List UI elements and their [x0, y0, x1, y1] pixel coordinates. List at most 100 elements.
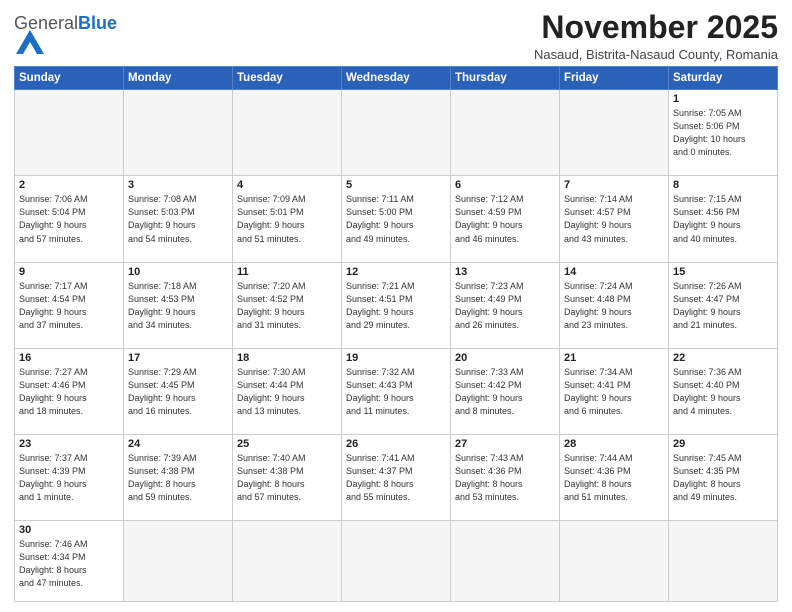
- table-row: [451, 90, 560, 176]
- day-number: 3: [128, 179, 228, 191]
- table-row: 15 Sunrise: 7:26 AM Sunset: 4:47 PM Dayli…: [669, 262, 778, 348]
- table-row: 1Sunrise: 7:05 AM Sunset: 5:06 PM Daylig…: [669, 90, 778, 176]
- day-info: Sunrise: 7:39 AM Sunset: 4:38 PM Dayligh…: [128, 452, 228, 504]
- table-row: [560, 521, 669, 602]
- title-block: November 2025 Nasaud, Bistrita-Nasaud Co…: [534, 10, 778, 62]
- table-row: 6 Sunrise: 7:12 AM Sunset: 4:59 PM Daylig…: [451, 176, 560, 262]
- day-info: Sunrise: 7:11 AM Sunset: 5:00 PM Dayligh…: [346, 193, 446, 245]
- day-number: 27: [455, 438, 555, 450]
- table-row: 21 Sunrise: 7:34 AM Sunset: 4:41 PM Dayli…: [560, 348, 669, 434]
- table-row: 14 Sunrise: 7:24 AM Sunset: 4:48 PM Dayli…: [560, 262, 669, 348]
- table-row: [451, 521, 560, 602]
- day-number: 26: [346, 438, 446, 450]
- day-info: Sunrise: 7:23 AM Sunset: 4:49 PM Dayligh…: [455, 280, 555, 332]
- day-info: Sunrise: 7:45 AM Sunset: 4:35 PM Dayligh…: [673, 452, 773, 504]
- day-info: Sunrise: 7:08 AM Sunset: 5:03 PM Dayligh…: [128, 193, 228, 245]
- table-row: 22 Sunrise: 7:36 AM Sunset: 4:40 PM Dayli…: [669, 348, 778, 434]
- day-info: Sunrise: 7:36 AM Sunset: 4:40 PM Dayligh…: [673, 366, 773, 418]
- table-row: 23 Sunrise: 7:37 AM Sunset: 4:39 PM Dayli…: [15, 434, 124, 520]
- day-number: 24: [128, 438, 228, 450]
- table-row: 24 Sunrise: 7:39 AM Sunset: 4:38 PM Dayli…: [124, 434, 233, 520]
- day-info: Sunrise: 7:33 AM Sunset: 4:42 PM Dayligh…: [455, 366, 555, 418]
- day-number: 18: [237, 352, 337, 364]
- table-row: 27 Sunrise: 7:43 AM Sunset: 4:36 PM Dayli…: [451, 434, 560, 520]
- table-row: [233, 521, 342, 602]
- table-row: 4Sunrise: 7:09 AM Sunset: 5:01 PM Daylig…: [233, 176, 342, 262]
- logo-blue: Blue: [78, 13, 117, 33]
- day-number: 22: [673, 352, 773, 364]
- calendar-week-row: 1Sunrise: 7:05 AM Sunset: 5:06 PM Daylig…: [15, 90, 778, 176]
- day-number: 14: [564, 266, 664, 278]
- day-number: 8: [673, 179, 773, 191]
- day-number: 9: [19, 266, 119, 278]
- subtitle: Nasaud, Bistrita-Nasaud County, Romania: [534, 47, 778, 62]
- col-friday: Friday: [560, 67, 669, 90]
- table-row: 17Sunrise: 7:29 AM Sunset: 4:45 PM Dayli…: [124, 348, 233, 434]
- day-number: 19: [346, 352, 446, 364]
- day-info: Sunrise: 7:21 AM Sunset: 4:51 PM Dayligh…: [346, 280, 446, 332]
- day-number: 20: [455, 352, 555, 364]
- day-number: 21: [564, 352, 664, 364]
- day-number: 28: [564, 438, 664, 450]
- table-row: [124, 90, 233, 176]
- day-info: Sunrise: 7:14 AM Sunset: 4:57 PM Dayligh…: [564, 193, 664, 245]
- day-info: Sunrise: 7:15 AM Sunset: 4:56 PM Dayligh…: [673, 193, 773, 245]
- day-number: 17: [128, 352, 228, 364]
- table-row: 16 Sunrise: 7:27 AM Sunset: 4:46 PM Dayli…: [15, 348, 124, 434]
- day-info: Sunrise: 7:34 AM Sunset: 4:41 PM Dayligh…: [564, 366, 664, 418]
- day-info: Sunrise: 7:46 AM Sunset: 4:34 PM Dayligh…: [19, 538, 119, 590]
- col-sunday: Sunday: [15, 67, 124, 90]
- table-row: [342, 90, 451, 176]
- calendar-week-row: 2Sunrise: 7:06 AM Sunset: 5:04 PM Daylig…: [15, 176, 778, 262]
- day-number: 5: [346, 179, 446, 191]
- table-row: 2Sunrise: 7:06 AM Sunset: 5:04 PM Daylig…: [15, 176, 124, 262]
- table-row: 28 Sunrise: 7:44 AM Sunset: 4:36 PM Dayli…: [560, 434, 669, 520]
- day-number: 15: [673, 266, 773, 278]
- day-info: Sunrise: 7:32 AM Sunset: 4:43 PM Dayligh…: [346, 366, 446, 418]
- day-info: Sunrise: 7:18 AM Sunset: 4:53 PM Dayligh…: [128, 280, 228, 332]
- table-row: 26Sunrise: 7:41 AM Sunset: 4:37 PM Dayli…: [342, 434, 451, 520]
- logo-wordmark: GeneralBlue: [14, 14, 117, 59]
- header: GeneralBlue November 2025 Nasaud, Bistri…: [14, 10, 778, 62]
- table-row: 11Sunrise: 7:20 AM Sunset: 4:52 PM Dayli…: [233, 262, 342, 348]
- day-info: Sunrise: 7:40 AM Sunset: 4:38 PM Dayligh…: [237, 452, 337, 504]
- day-info: Sunrise: 7:05 AM Sunset: 5:06 PM Dayligh…: [673, 107, 773, 159]
- calendar-table: Sunday Monday Tuesday Wednesday Thursday…: [14, 66, 778, 602]
- table-row: 3 Sunrise: 7:08 AM Sunset: 5:03 PM Daylig…: [124, 176, 233, 262]
- table-row: 25 Sunrise: 7:40 AM Sunset: 4:38 PM Dayli…: [233, 434, 342, 520]
- table-row: 19 Sunrise: 7:32 AM Sunset: 4:43 PM Dayli…: [342, 348, 451, 434]
- day-number: 23: [19, 438, 119, 450]
- table-row: 9Sunrise: 7:17 AM Sunset: 4:54 PM Daylig…: [15, 262, 124, 348]
- day-info: Sunrise: 7:27 AM Sunset: 4:46 PM Dayligh…: [19, 366, 119, 418]
- day-number: 10: [128, 266, 228, 278]
- day-number: 13: [455, 266, 555, 278]
- day-number: 16: [19, 352, 119, 364]
- day-info: Sunrise: 7:43 AM Sunset: 4:36 PM Dayligh…: [455, 452, 555, 504]
- day-number: 12: [346, 266, 446, 278]
- table-row: 7Sunrise: 7:14 AM Sunset: 4:57 PM Daylig…: [560, 176, 669, 262]
- day-info: Sunrise: 7:24 AM Sunset: 4:48 PM Dayligh…: [564, 280, 664, 332]
- col-tuesday: Tuesday: [233, 67, 342, 90]
- day-info: Sunrise: 7:26 AM Sunset: 4:47 PM Dayligh…: [673, 280, 773, 332]
- day-number: 11: [237, 266, 337, 278]
- calendar-week-row: 9Sunrise: 7:17 AM Sunset: 4:54 PM Daylig…: [15, 262, 778, 348]
- calendar-week-row: 30 Sunrise: 7:46 AM Sunset: 4:34 PM Dayli…: [15, 521, 778, 602]
- day-info: Sunrise: 7:44 AM Sunset: 4:36 PM Dayligh…: [564, 452, 664, 504]
- day-info: Sunrise: 7:37 AM Sunset: 4:39 PM Dayligh…: [19, 452, 119, 504]
- day-number: 29: [673, 438, 773, 450]
- col-saturday: Saturday: [669, 67, 778, 90]
- table-row: 12 Sunrise: 7:21 AM Sunset: 4:51 PM Dayli…: [342, 262, 451, 348]
- logo-icon: [16, 30, 44, 54]
- day-number: 6: [455, 179, 555, 191]
- day-number: 25: [237, 438, 337, 450]
- month-title: November 2025: [534, 10, 778, 45]
- day-number: 4: [237, 179, 337, 191]
- table-row: 29 Sunrise: 7:45 AM Sunset: 4:35 PM Dayli…: [669, 434, 778, 520]
- table-row: 20 Sunrise: 7:33 AM Sunset: 4:42 PM Dayli…: [451, 348, 560, 434]
- col-thursday: Thursday: [451, 67, 560, 90]
- day-info: Sunrise: 7:12 AM Sunset: 4:59 PM Dayligh…: [455, 193, 555, 245]
- day-number: 30: [19, 524, 119, 536]
- day-info: Sunrise: 7:06 AM Sunset: 5:04 PM Dayligh…: [19, 193, 119, 245]
- day-info: Sunrise: 7:30 AM Sunset: 4:44 PM Dayligh…: [237, 366, 337, 418]
- table-row: [560, 90, 669, 176]
